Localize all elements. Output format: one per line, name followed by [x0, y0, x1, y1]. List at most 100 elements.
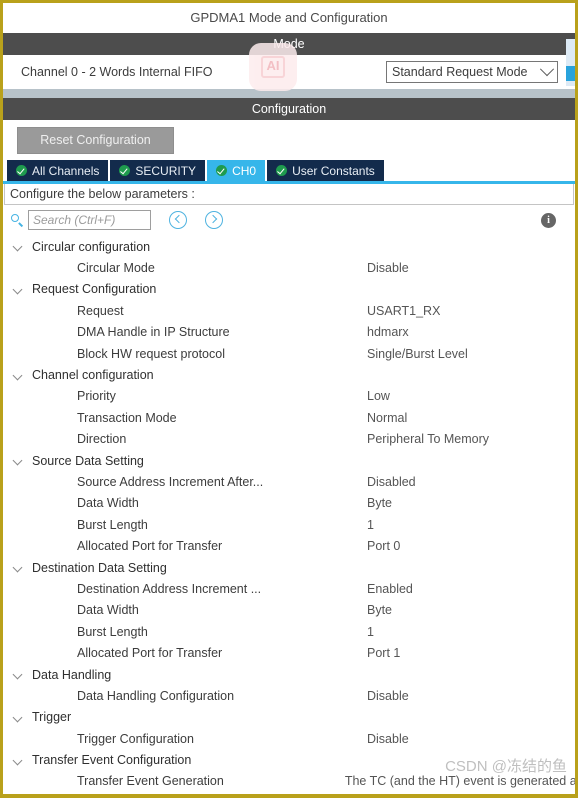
chevron-down-icon[interactable] [13, 712, 24, 723]
parameter-value: Byte [367, 603, 393, 618]
tree-parameter-row[interactable]: Transfer Event Generation The TC (and the… [11, 771, 575, 792]
parameter-name: Source Data Setting [32, 453, 144, 468]
toolbar: Reset Configuration [3, 120, 575, 160]
tree-group-row[interactable]: Channel configuration [11, 364, 575, 385]
tab-user-constants[interactable]: User Constants [267, 160, 384, 181]
parameter-name: Data Width [77, 496, 139, 511]
tree-parameter-row[interactable]: DMA Handle in IP Structure hdmarx [11, 322, 575, 343]
chevron-down-icon[interactable] [13, 562, 24, 573]
panel-scrollbar[interactable] [566, 39, 575, 86]
parameter-name: Data Handling [32, 667, 112, 682]
tab-label: CH0 [232, 163, 257, 178]
parameter-name: Destination Address Increment ... [77, 581, 262, 596]
chevron-right-circle-icon[interactable] [205, 211, 223, 229]
configuration-section-header: Configuration [3, 98, 575, 120]
tree-parameter-row[interactable]: Allocated Port for Transfer Port 0 [11, 535, 575, 556]
tree-group-row[interactable]: Trigger [11, 707, 575, 728]
reset-configuration-button[interactable]: Reset Configuration [17, 126, 174, 154]
parameter-name: Data Handling Configuration [77, 688, 235, 703]
parameter-value: Byte [367, 496, 393, 511]
tab-security[interactable]: SECURITY [110, 160, 206, 181]
tree-parameter-row[interactable]: Burst Length 1 [11, 514, 575, 535]
parameter-value: Low [367, 389, 390, 404]
chevron-down-icon[interactable] [13, 755, 24, 766]
parameter-name: Request Configuration [32, 282, 157, 297]
parameter-value: Port 0 [367, 539, 401, 554]
parameter-value: Disable [367, 731, 409, 746]
check-circle-icon [276, 165, 288, 176]
parameter-value: Disabled [367, 474, 416, 489]
tree-group-row[interactable]: Data Handling [11, 664, 575, 685]
tree-parameter-row[interactable]: Destination Address Increment ... Enabled [11, 578, 575, 599]
tree-parameter-row[interactable]: Circular Mode Disable [11, 257, 575, 278]
mode-section-header: Mode [3, 33, 575, 55]
parameter-value: USART1_RX [367, 303, 441, 318]
info-icon[interactable]: i [541, 213, 556, 228]
search-icon [11, 213, 24, 227]
tree-parameter-row[interactable]: Data Width Byte [11, 600, 575, 621]
parameter-name: Trigger [32, 710, 72, 725]
parameter-value: Disable [367, 261, 409, 276]
tab-ch0[interactable]: CH0 [207, 160, 266, 181]
configure-hint: Configure the below parameters : [4, 184, 574, 205]
tree-parameter-row[interactable]: Allocated Port for Transfer Port 1 [11, 642, 575, 663]
chevron-down-icon[interactable] [13, 669, 24, 680]
chevron-down-icon [539, 62, 555, 77]
parameter-value: Peripheral To Memory [367, 432, 490, 447]
tree-parameter-row[interactable]: Priority Low [11, 386, 575, 407]
parameter-value: hdmarx [367, 325, 409, 340]
tree-parameter-row[interactable]: Transaction Mode Normal [11, 407, 575, 428]
parameter-value: Enabled [367, 581, 413, 596]
tree-group-row[interactable]: Request Configuration [11, 279, 575, 300]
tree-parameter-row[interactable]: Data Handling Configuration Disable [11, 685, 575, 706]
request-mode-select[interactable]: Standard Request Mode [386, 61, 558, 83]
tree-parameter-row[interactable]: Trigger Configuration Disable [11, 728, 575, 749]
parameter-name: Priority [77, 389, 116, 404]
search-row: Search (Ctrl+F) i [3, 205, 575, 235]
parameter-name: Transfer Event Configuration [32, 753, 192, 768]
check-circle-icon [16, 165, 27, 176]
tree-group-row[interactable]: Source Data Setting [11, 450, 575, 471]
parameter-value: 1 [367, 624, 374, 639]
parameter-name: Allocated Port for Transfer [77, 646, 223, 661]
parameter-value: Port 1 [367, 646, 401, 661]
tree-parameter-row[interactable]: Data Width Byte [11, 493, 575, 514]
search-input[interactable]: Search (Ctrl+F) [28, 210, 151, 230]
parameter-name: Data Width [77, 603, 139, 618]
parameter-name: Burst Length [77, 624, 148, 639]
tab-label: User Constants [292, 163, 375, 178]
chevron-down-icon[interactable] [13, 455, 24, 466]
parameter-name: Channel configuration [32, 368, 154, 383]
panel-scrollbar-thumb[interactable] [566, 66, 575, 81]
chevron-left-circle-icon[interactable] [169, 211, 187, 229]
parameter-name: Block HW request protocol [77, 346, 225, 361]
check-circle-icon [216, 165, 228, 176]
mode-row: Channel 0 - 2 Words Internal FIFO Standa… [3, 39, 575, 89]
chevron-down-icon[interactable] [13, 370, 24, 381]
parameter-value: 1 [367, 517, 374, 532]
chevron-down-icon[interactable] [13, 241, 24, 252]
tab-all-channels[interactable]: All Channels [7, 160, 109, 181]
tree-parameter-row[interactable]: Request USART1_RX [11, 300, 575, 321]
parameter-value: Disable [367, 688, 409, 703]
parameter-name: Transfer Event Generation [77, 774, 224, 789]
tree-group-row[interactable]: Circular configuration [11, 236, 575, 257]
parameter-value: Normal [367, 410, 408, 425]
tree-parameter-row[interactable]: Direction Peripheral To Memory [11, 429, 575, 450]
tree-parameter-row[interactable]: Block HW request protocol Single/Burst Le… [11, 343, 575, 364]
parameter-name: Circular configuration [32, 239, 151, 254]
tab-label: All Channels [32, 163, 100, 178]
parameter-name: Source Address Increment After... [77, 474, 264, 489]
channel-label: Channel 0 - 2 Words Internal FIFO [21, 65, 213, 79]
tree-parameter-row[interactable]: Source Address Increment After... Disable… [11, 471, 575, 492]
chevron-down-icon[interactable] [13, 284, 24, 295]
gpdma-config-panel: GPDMA1 Mode and Configuration Mode Chann… [0, 0, 578, 798]
parameter-name: Allocated Port for Transfer [77, 539, 223, 554]
request-mode-value: Standard Request Mode [392, 65, 528, 79]
tree-parameter-row[interactable]: Burst Length 1 [11, 621, 575, 642]
parameter-name: Trigger Configuration [77, 731, 194, 746]
tree-group-row[interactable]: Destination Data Setting [11, 557, 575, 578]
tree-group-row[interactable]: Transfer Event Configuration [11, 749, 575, 770]
parameter-tree: Circular configuration Circular Mode Disab… [3, 235, 575, 792]
tab-bar: All Channels SECURITY CH0 User Constants [3, 160, 575, 181]
